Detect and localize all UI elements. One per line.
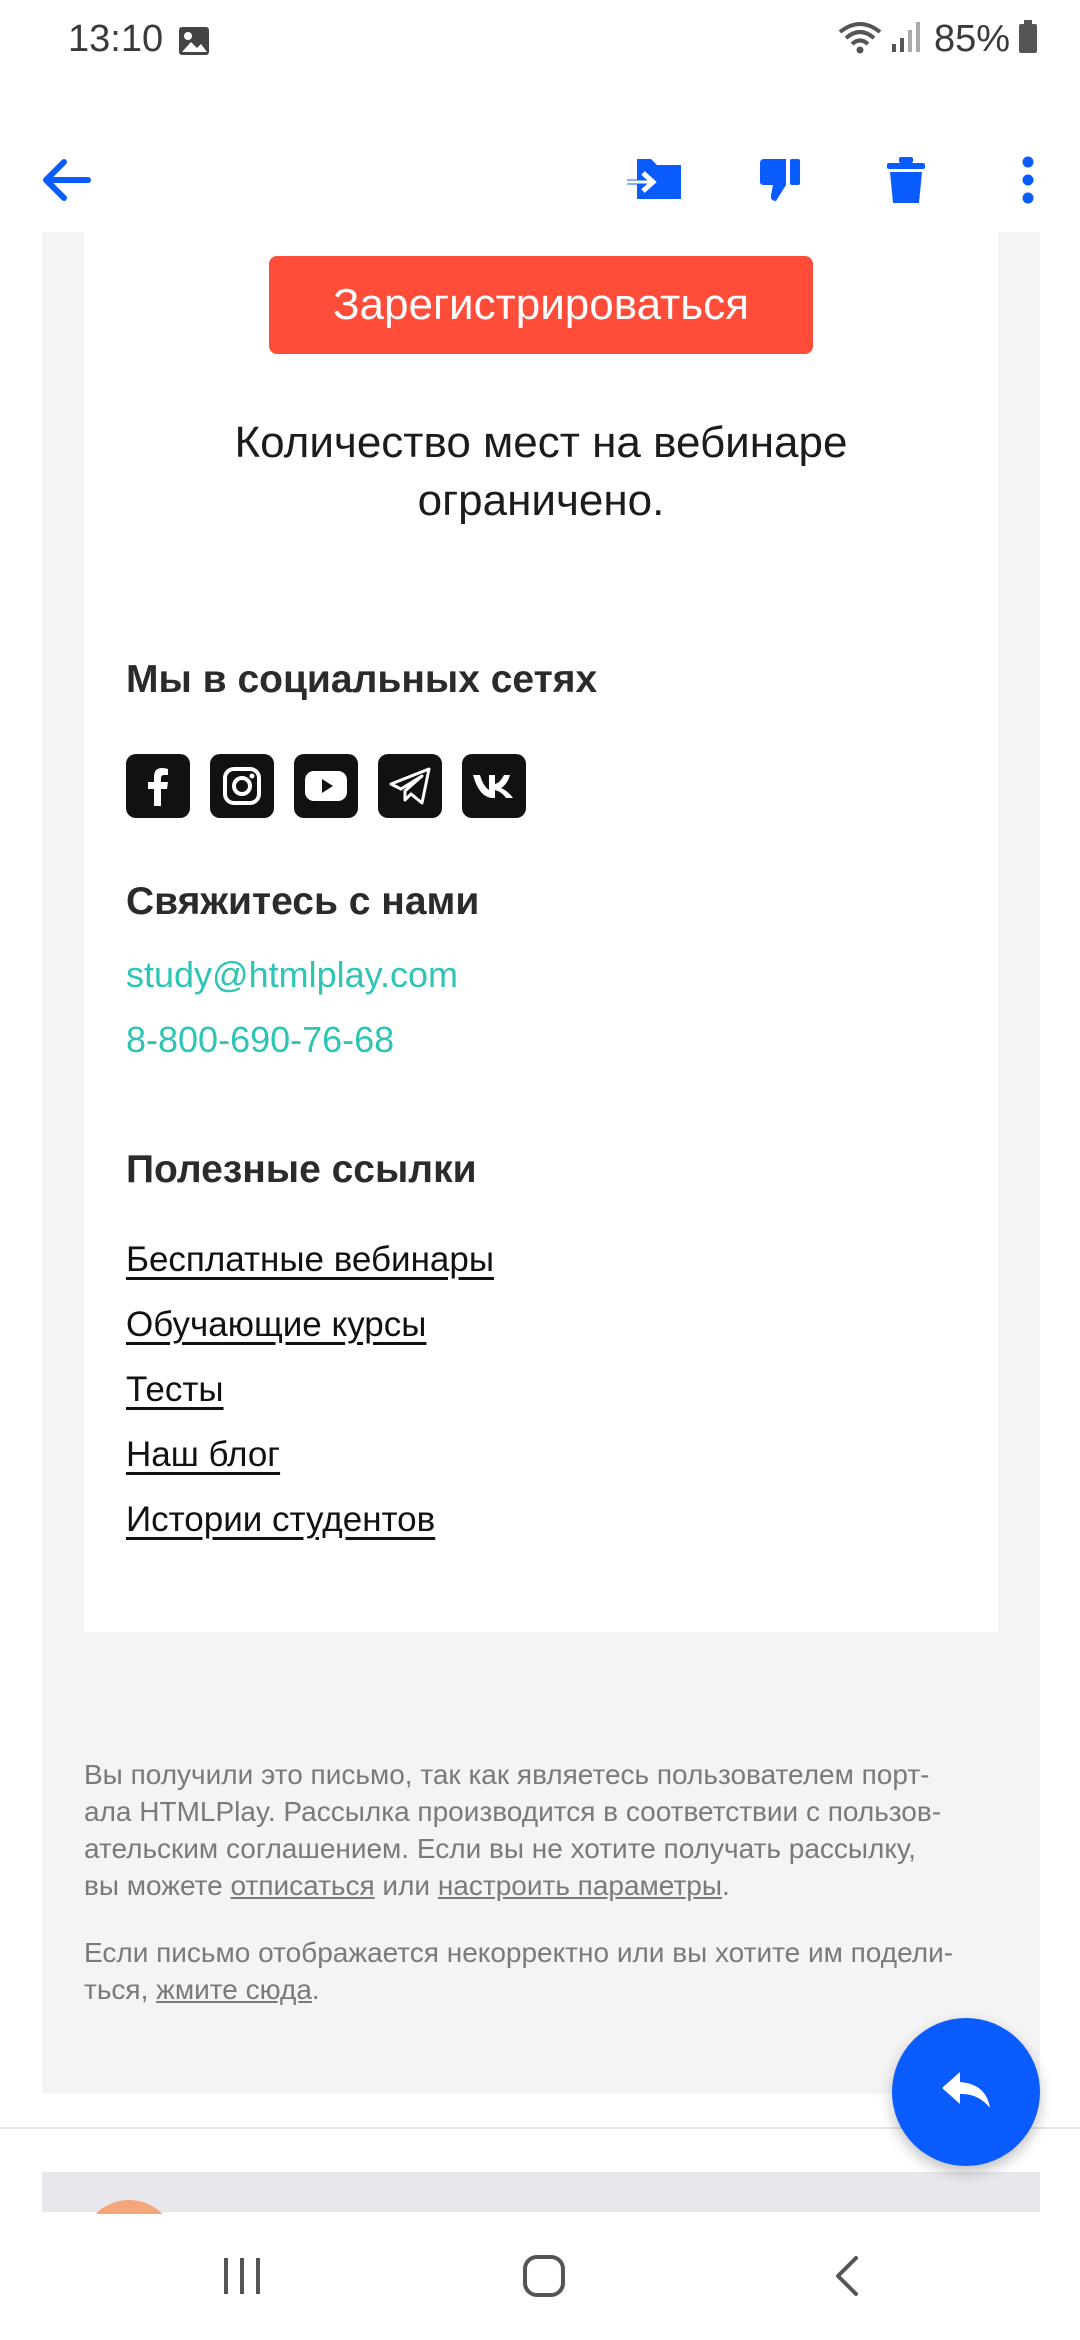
back-icon <box>832 2254 860 2303</box>
status-time: 13:10 <box>68 18 164 60</box>
youtube-icon[interactable] <box>294 754 358 818</box>
system-nav-bar <box>0 2214 1080 2340</box>
reply-icon <box>940 2070 992 2115</box>
move-button[interactable] <box>614 142 694 222</box>
unsubscribe-link[interactable]: отписаться <box>231 1870 375 1901</box>
status-bar: 13:10 85% <box>0 0 1080 84</box>
vk-icon[interactable] <box>462 754 526 818</box>
more-options-button[interactable] <box>988 142 1068 222</box>
battery-percent: 85% <box>933 18 1010 60</box>
email-content-card: Зарегистрироваться Количество мест на ве… <box>84 232 998 1632</box>
settings-link[interactable]: настроить параметры <box>438 1870 722 1901</box>
social-heading: Мы в социальных сетях <box>126 658 598 701</box>
instagram-icon[interactable] <box>210 754 274 818</box>
facebook-icon[interactable] <box>126 754 190 818</box>
home-icon <box>522 2254 566 2303</box>
email-toolbar <box>0 132 1080 232</box>
recent-apps-icon <box>220 2256 264 2301</box>
useful-links-heading: Полезные ссылки <box>126 1148 477 1191</box>
nav-back-button[interactable] <box>806 2238 886 2318</box>
footer-line: вы можете отписаться или настроить парам… <box>84 1867 998 1904</box>
footer-line: Если письмо отображается некорректно или… <box>84 1937 954 1968</box>
link-blog[interactable]: Наш блог <box>126 1435 280 1475</box>
footer-line: ться, жмите сюда. <box>84 1971 998 2008</box>
thumbs-down-icon <box>756 155 804 210</box>
battery-icon <box>1018 20 1038 59</box>
reply-button[interactable] <box>892 2018 1040 2166</box>
contact-email-link[interactable]: study@htmlplay.com <box>126 954 458 996</box>
delete-button[interactable] <box>866 142 946 222</box>
contact-phone-link[interactable]: 8-800-690-76-68 <box>126 1019 394 1061</box>
link-courses[interactable]: Обучающие курсы <box>126 1305 426 1345</box>
footer-line: Вы получили это письмо, так как являетес… <box>84 1759 930 1790</box>
footer-text-fragment: вы можете <box>84 1870 231 1901</box>
move-to-folder-icon <box>625 155 683 210</box>
recent-apps-button[interactable] <box>202 2238 282 2318</box>
more-vert-icon <box>1021 156 1035 209</box>
register-button[interactable]: Зарегистрироваться <box>269 256 813 354</box>
image-icon <box>178 26 210 56</box>
next-message-header <box>42 2172 1040 2212</box>
home-button[interactable] <box>504 2238 584 2318</box>
signal-icon <box>890 20 920 59</box>
view-online-link[interactable]: жмите сюда <box>156 1974 312 2005</box>
link-student-stories[interactable]: Истории студентов <box>126 1500 435 1540</box>
link-tests[interactable]: Тесты <box>126 1370 224 1410</box>
spam-button[interactable] <box>740 142 820 222</box>
link-free-webinars[interactable]: Бесплатные вебинары <box>126 1240 494 1280</box>
footer-text-fragment: или <box>374 1870 438 1901</box>
footer-text-fragment: . <box>721 1870 730 1901</box>
footer-disclaimer: Вы получили это письмо, так как являетес… <box>84 1756 998 1904</box>
social-links <box>126 754 546 818</box>
back-button[interactable] <box>26 142 106 222</box>
footer-display-note: Если письмо отображается некорректно или… <box>84 1934 998 2008</box>
trash-icon <box>885 155 927 210</box>
footer-text-fragment: ться, <box>84 1974 157 2005</box>
footer-line: ательским соглашением. Если вы не хотите… <box>84 1833 916 1864</box>
status-right: 85% <box>838 18 1038 61</box>
footer-text-fragment: . <box>311 1974 320 2005</box>
wifi-icon <box>838 20 882 59</box>
back-arrow-icon <box>40 158 92 207</box>
footer-line: ала HTMLPlay. Рассылка производится в со… <box>84 1796 942 1827</box>
telegram-icon[interactable] <box>378 754 442 818</box>
contact-heading: Свяжитесь с нами <box>126 880 480 923</box>
limited-seats-notice: Количество мест на вебинаре ограничено. <box>234 418 848 525</box>
